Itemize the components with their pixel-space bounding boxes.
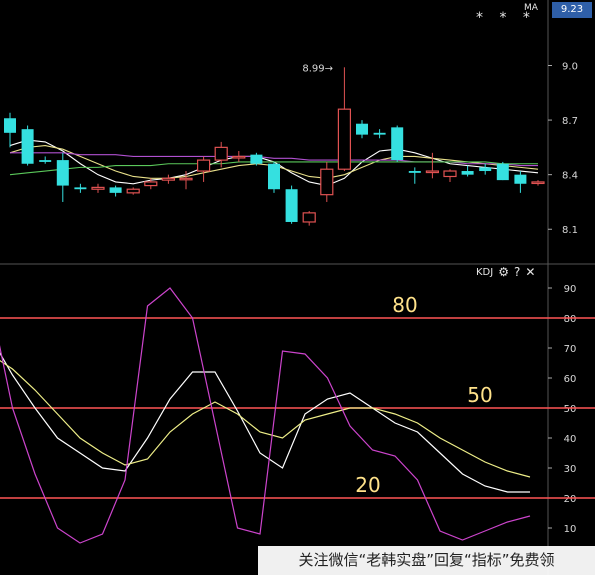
candle-body bbox=[479, 167, 492, 172]
kdj-axis-label: 30 bbox=[564, 464, 577, 475]
candle-body bbox=[337, 108, 351, 170]
kdj-indicator-bar: KDJ ⚙ ? ✕ bbox=[476, 264, 535, 280]
candle-body bbox=[408, 171, 421, 173]
price-axis-label: 9.0 bbox=[562, 61, 578, 72]
high-annotation: 8.99→ bbox=[302, 63, 333, 74]
kdj-axis-label: 70 bbox=[564, 344, 577, 355]
candle-body bbox=[91, 186, 105, 190]
candle-body bbox=[56, 160, 69, 186]
price-axis-label: 8.4 bbox=[562, 171, 578, 182]
kdj-series-d bbox=[0, 359, 531, 478]
price-axis-label: 8.7 bbox=[562, 116, 578, 127]
candle-body bbox=[425, 170, 439, 174]
current-price-badge: 9.23 bbox=[552, 2, 592, 18]
reference-label: 50 bbox=[467, 383, 492, 407]
candle-body bbox=[250, 154, 263, 164]
candle-body bbox=[74, 187, 87, 190]
candle-body bbox=[214, 146, 228, 161]
kdj-axis-label: 50 bbox=[564, 404, 577, 415]
candle-body bbox=[268, 163, 280, 190]
candle-body bbox=[514, 174, 527, 184]
gear-icon[interactable]: ⚙ bbox=[498, 265, 509, 279]
candle-body bbox=[373, 132, 386, 135]
candle-body bbox=[461, 171, 474, 175]
chart-canvas: 9.0 8.7 8.4 8.1 8.99→ 90 80 70 60 50 40 30 20 10 80 50 2… bbox=[0, 0, 595, 575]
candle-body bbox=[39, 160, 52, 162]
watermark-banner: 关注微信“老韩实盘”回复“指标”免费领 bbox=[258, 546, 595, 575]
candle-body bbox=[161, 177, 175, 181]
candle-body bbox=[302, 212, 316, 223]
candle-body bbox=[496, 163, 509, 181]
kdj-label: KDJ bbox=[476, 266, 494, 278]
candle-body bbox=[443, 170, 457, 178]
star-markers: * * * bbox=[476, 10, 536, 26]
help-icon[interactable]: ? bbox=[514, 265, 520, 279]
kdj-series-k bbox=[0, 352, 530, 493]
candle-body bbox=[356, 123, 368, 135]
candle-body bbox=[197, 159, 211, 172]
candle-body bbox=[144, 181, 158, 187]
candle-body bbox=[179, 177, 193, 181]
reference-label: 20 bbox=[355, 473, 380, 497]
kdj-axis-label: 80 bbox=[564, 314, 577, 325]
candle-body bbox=[232, 155, 246, 159]
kdj-axis-label: 60 bbox=[564, 374, 577, 385]
kdj-series-j bbox=[0, 287, 531, 544]
close-icon[interactable]: ✕ bbox=[525, 265, 535, 279]
candle-body bbox=[126, 188, 140, 194]
candle-body bbox=[21, 129, 34, 164]
kdj-axis-label: 40 bbox=[564, 434, 577, 445]
candle-body bbox=[109, 187, 122, 193]
candle-body bbox=[320, 168, 334, 196]
candle-body bbox=[4, 118, 16, 133]
candle-body bbox=[531, 181, 545, 185]
kdj-axis-label: 10 bbox=[564, 524, 577, 535]
kdj-axis-label: 20 bbox=[564, 494, 577, 505]
candle-body bbox=[285, 189, 298, 222]
price-axis-label: 8.1 bbox=[562, 225, 578, 236]
candle-body bbox=[391, 127, 404, 161]
reference-label: 80 bbox=[392, 293, 417, 317]
kdj-axis-label: 90 bbox=[564, 284, 577, 295]
